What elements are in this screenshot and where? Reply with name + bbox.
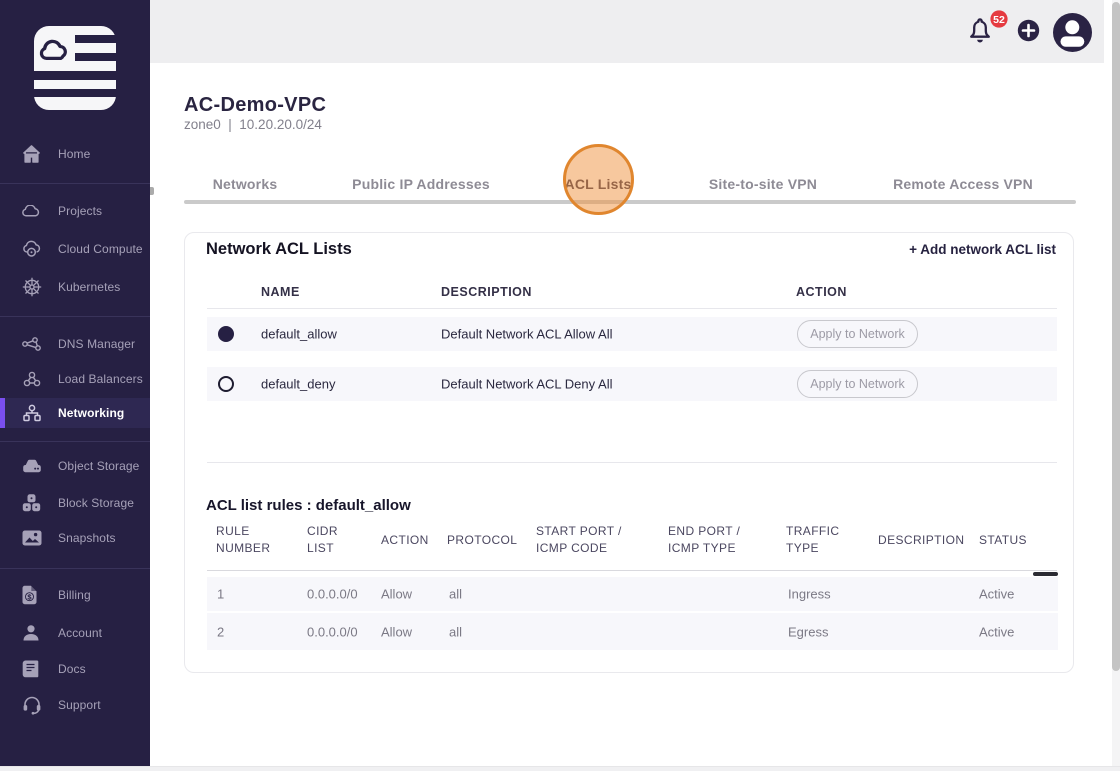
svg-text:52: 52 [993,14,1005,26]
